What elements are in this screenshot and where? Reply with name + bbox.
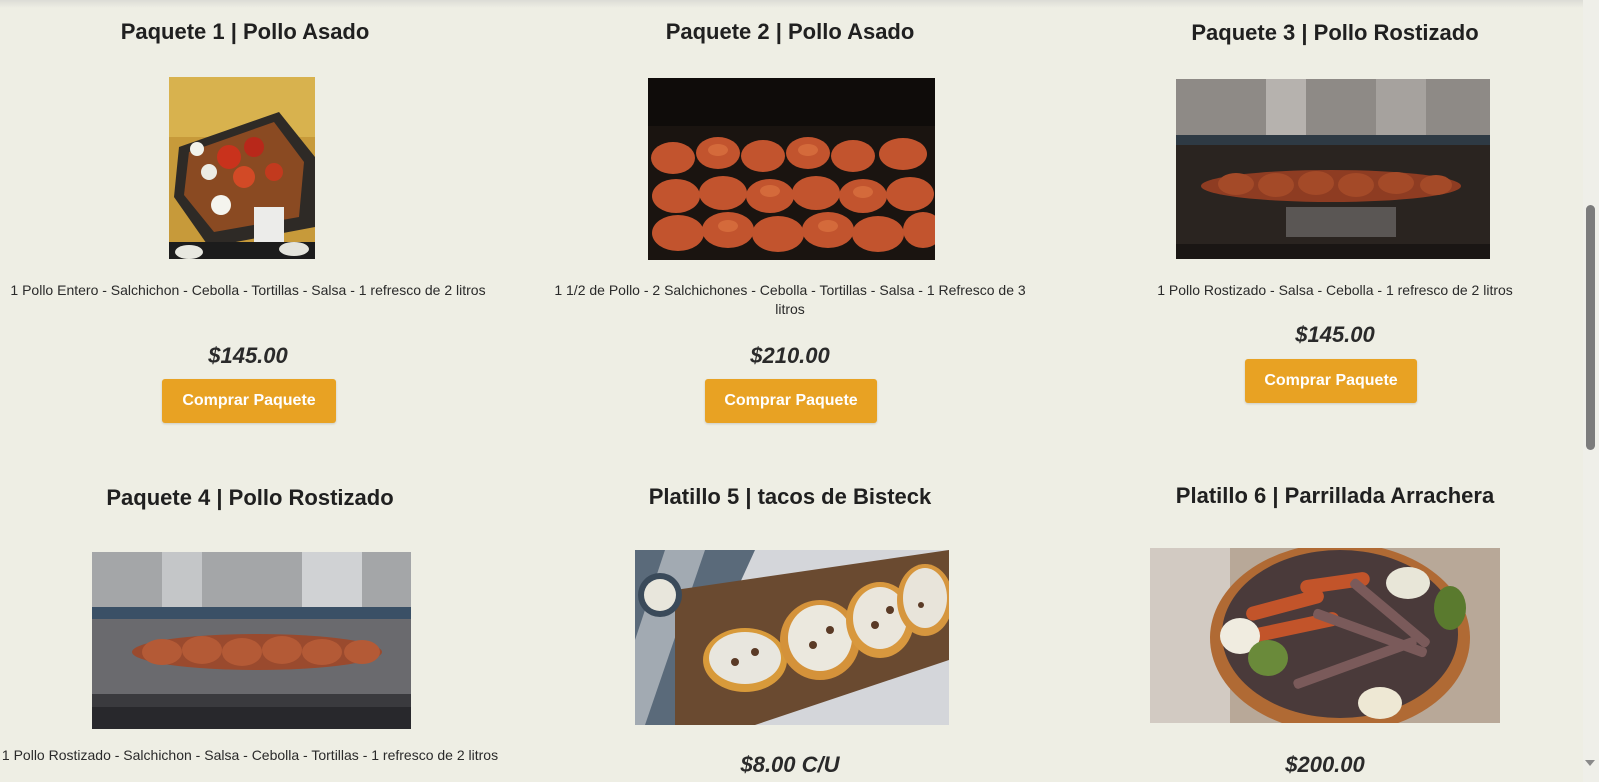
product-title: Paquete 4 | Pollo Rostizado: [106, 485, 394, 510]
product-card-3: Paquete 3 | Pollo Rostizado 1 Pollo Rost…: [1100, 0, 1570, 430]
product-description: 1 Pollo Rostizado - Salsa - Cebolla - 1 …: [1157, 282, 1513, 298]
buy-package-button[interactable]: Comprar Paquete: [1245, 359, 1417, 403]
grilled-chicken-tray-photo: [169, 77, 315, 259]
product-price: $145.00: [208, 343, 288, 368]
scroll-down-arrow-icon[interactable]: [1585, 760, 1595, 766]
product-card-5: Platillo 5 | tacos de Bisteck $8.00 C/U: [540, 460, 1040, 782]
product-title: Platillo 5 | tacos de Bisteck: [648, 484, 932, 509]
product-card-1: Paquete 1 | Pollo Asado 1 Pollo Entero -…: [0, 0, 490, 430]
vertical-scrollbar[interactable]: [1583, 0, 1599, 782]
product-description: 1 1/2 de Pollo - 2 Salchichones - Ceboll…: [554, 282, 1026, 317]
rotisserie-chicken-photo: [92, 552, 411, 729]
steak-tacos-photo: [635, 550, 949, 725]
grilled-chicken-rows-photo: [648, 78, 935, 260]
product-title: Paquete 3 | Pollo Rostizado: [1191, 20, 1479, 45]
product-price: $145.00: [1295, 322, 1375, 347]
product-title: Platillo 6 | Parrillada Arrachera: [1175, 483, 1495, 508]
buy-package-button[interactable]: Comprar Paquete: [162, 379, 336, 423]
product-card-4: Paquete 4 | Pollo Rostizado 1 Pollo Rost…: [0, 460, 500, 782]
product-title: Paquete 2 | Pollo Asado: [665, 19, 915, 44]
product-price: $210.00: [750, 343, 830, 368]
arrachera-grill-platter-photo: [1150, 548, 1500, 723]
product-price: $8.00 C/U: [740, 752, 840, 777]
buy-package-button[interactable]: Comprar Paquete: [705, 379, 877, 423]
product-card-6: Platillo 6 | Parrillada Arrachera $200.0…: [1100, 460, 1570, 782]
product-price: $200.00: [1285, 752, 1365, 777]
product-title: Paquete 1 | Pollo Asado: [120, 19, 370, 44]
product-card-2: Paquete 2 | Pollo Asado 1 1/2 de Pollo -…: [540, 0, 1040, 430]
product-description: 1 Pollo Rostizado - Salchichon - Salsa -…: [1, 747, 499, 763]
product-description: 1 Pollo Entero - Salchichon - Cebolla - …: [10, 282, 486, 298]
scrollbar-thumb[interactable]: [1586, 205, 1595, 450]
rotisserie-chicken-photo: [1176, 79, 1490, 259]
